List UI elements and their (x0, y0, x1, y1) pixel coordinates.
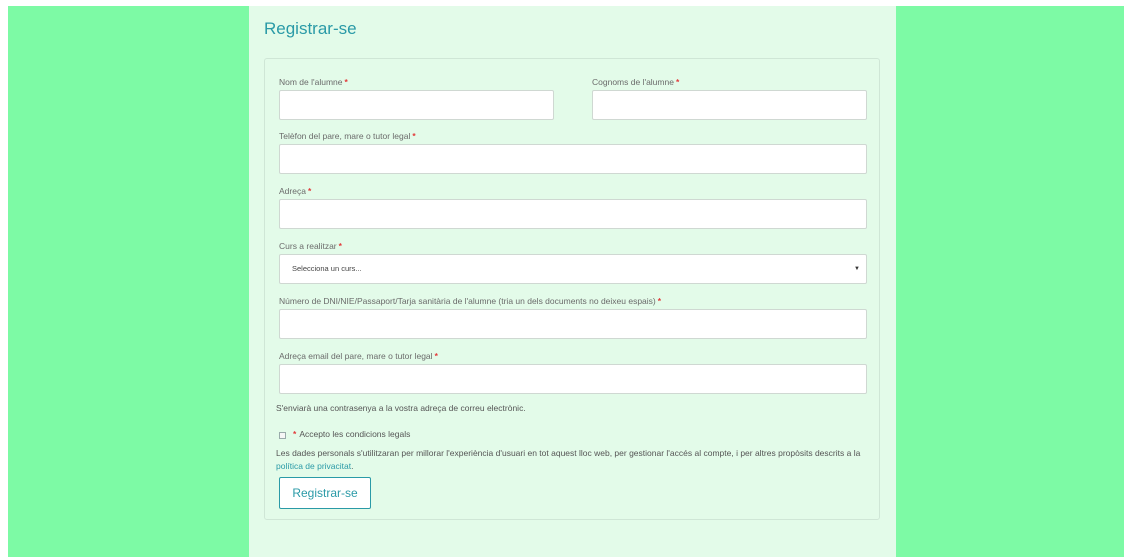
phone-input[interactable] (279, 144, 867, 174)
first-name-label-text: Nom de l'alumne (279, 77, 343, 87)
email-label: Adreça email del pare, mare o tutor lega… (279, 351, 438, 361)
required-mark: * (675, 77, 680, 87)
last-name-label: Cognoms de l'alumne * (592, 77, 679, 87)
privacy-policy-link[interactable]: política de privacitat (276, 461, 351, 471)
address-label-text: Adreça (279, 186, 306, 196)
document-label: Número de DNI/NIE/Passaport/Tarja sanità… (279, 296, 661, 306)
email-label-text: Adreça email del pare, mare o tutor lega… (279, 351, 433, 361)
terms-label: * Accepto les condicions legals (293, 429, 410, 439)
required-mark: * (412, 131, 416, 141)
first-name-label: Nom de l'alumne * (279, 77, 348, 87)
privacy-end: . (351, 461, 354, 471)
required-mark: * (344, 77, 348, 87)
terms-label-text: Accepto les condicions legals (299, 429, 411, 439)
page-title: Registrar-se (264, 19, 357, 38)
required-mark: * (434, 351, 438, 361)
phone-label: Telèfon del pare, mare o tutor legal * (279, 131, 416, 141)
first-name-input[interactable] (279, 90, 554, 120)
last-name-label-text: Cognoms de l'alumne (592, 77, 674, 87)
registration-form: Nom de l'alumne * Cognoms de l'alumne * Te… (264, 58, 880, 520)
address-label: Adreça * (279, 186, 311, 196)
last-name-input[interactable] (592, 90, 867, 120)
terms-checkbox[interactable] (279, 432, 286, 439)
main-content: Registrar-se Nom de l'alumne * Cognoms de… (249, 6, 896, 557)
phone-label-text: Telèfon del pare, mare o tutor legal (279, 131, 411, 141)
course-label-text: Curs a realitzar (279, 241, 337, 251)
register-button[interactable]: Registrar-se (279, 477, 371, 509)
email-input[interactable] (279, 364, 867, 394)
document-label-text: Número de DNI/NIE/Passaport/Tarja sanità… (279, 296, 656, 306)
course-select-value: Selecciona un curs... (292, 264, 362, 273)
course-label: Curs a realitzar * (279, 241, 342, 251)
required-mark: * (657, 296, 662, 306)
privacy-text: Les dades personals s'utilitzaran per mi… (276, 448, 861, 458)
privacy-notice: Les dades personals s'utilitzaran per mi… (276, 447, 876, 473)
required-mark: * (307, 186, 312, 196)
course-select[interactable]: Selecciona un curs... ▼ (279, 254, 867, 284)
address-input[interactable] (279, 199, 867, 229)
password-note: S'enviarà una contrasenya a la vostra ad… (276, 403, 526, 413)
required-mark: * (293, 429, 297, 439)
caret-down-icon: ▼ (854, 266, 860, 272)
document-input[interactable] (279, 309, 867, 339)
required-mark: * (338, 241, 342, 251)
